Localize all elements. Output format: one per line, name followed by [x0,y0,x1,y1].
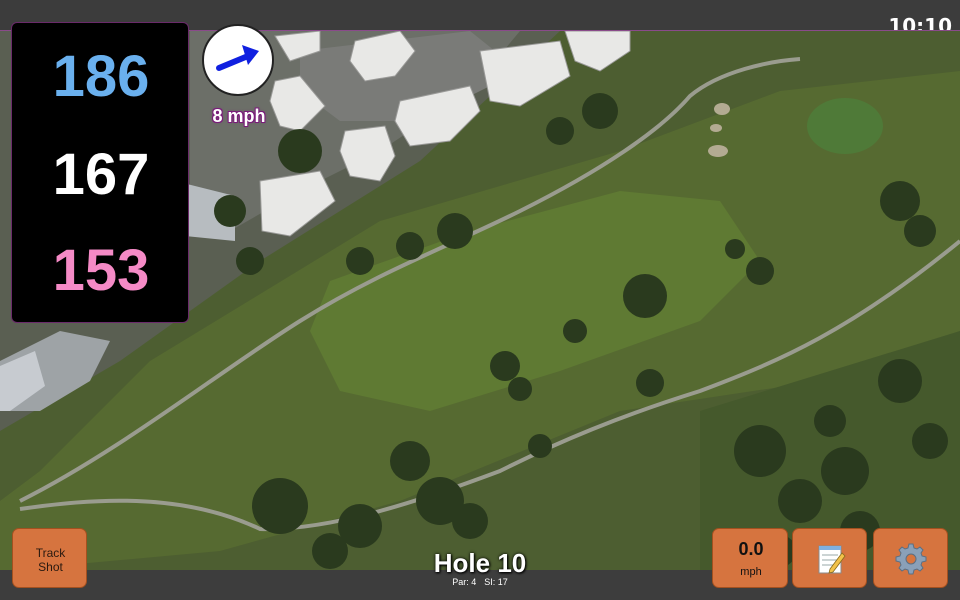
speed-unit: mph [740,566,762,578]
distance-panel: 186 167 153 [11,22,189,323]
track-shot-label-line1: Track [35,546,66,560]
wind-arrow-icon [216,45,259,71]
golf-gps-app: 10:10 186 167 153 8 mph Track Shot Hole … [0,0,960,600]
gear-icon [895,543,927,575]
hole-par: Par: 4 [452,577,477,587]
speed-value: 0.0 [738,539,764,559]
distance-front: 153 [52,238,150,303]
distance-middle: 167 [52,142,150,207]
hole-meta: Par: 4 SI: 17 [380,577,580,587]
speed-button[interactable]: 0.0 mph [712,528,788,588]
hole-title: Hole 10 [433,548,527,578]
track-shot-label-line2: Shot [38,560,63,574]
track-shot-button[interactable]: Track Shot [12,528,87,588]
wind-speed-label: 8 mph [212,106,266,126]
settings-button[interactable] [873,528,948,588]
distance-back: 186 [52,44,150,109]
notepad-icon [818,545,846,574]
hole-stroke-index: SI: 17 [484,577,508,587]
notes-button[interactable] [792,528,867,588]
wind-indicator [202,24,274,96]
